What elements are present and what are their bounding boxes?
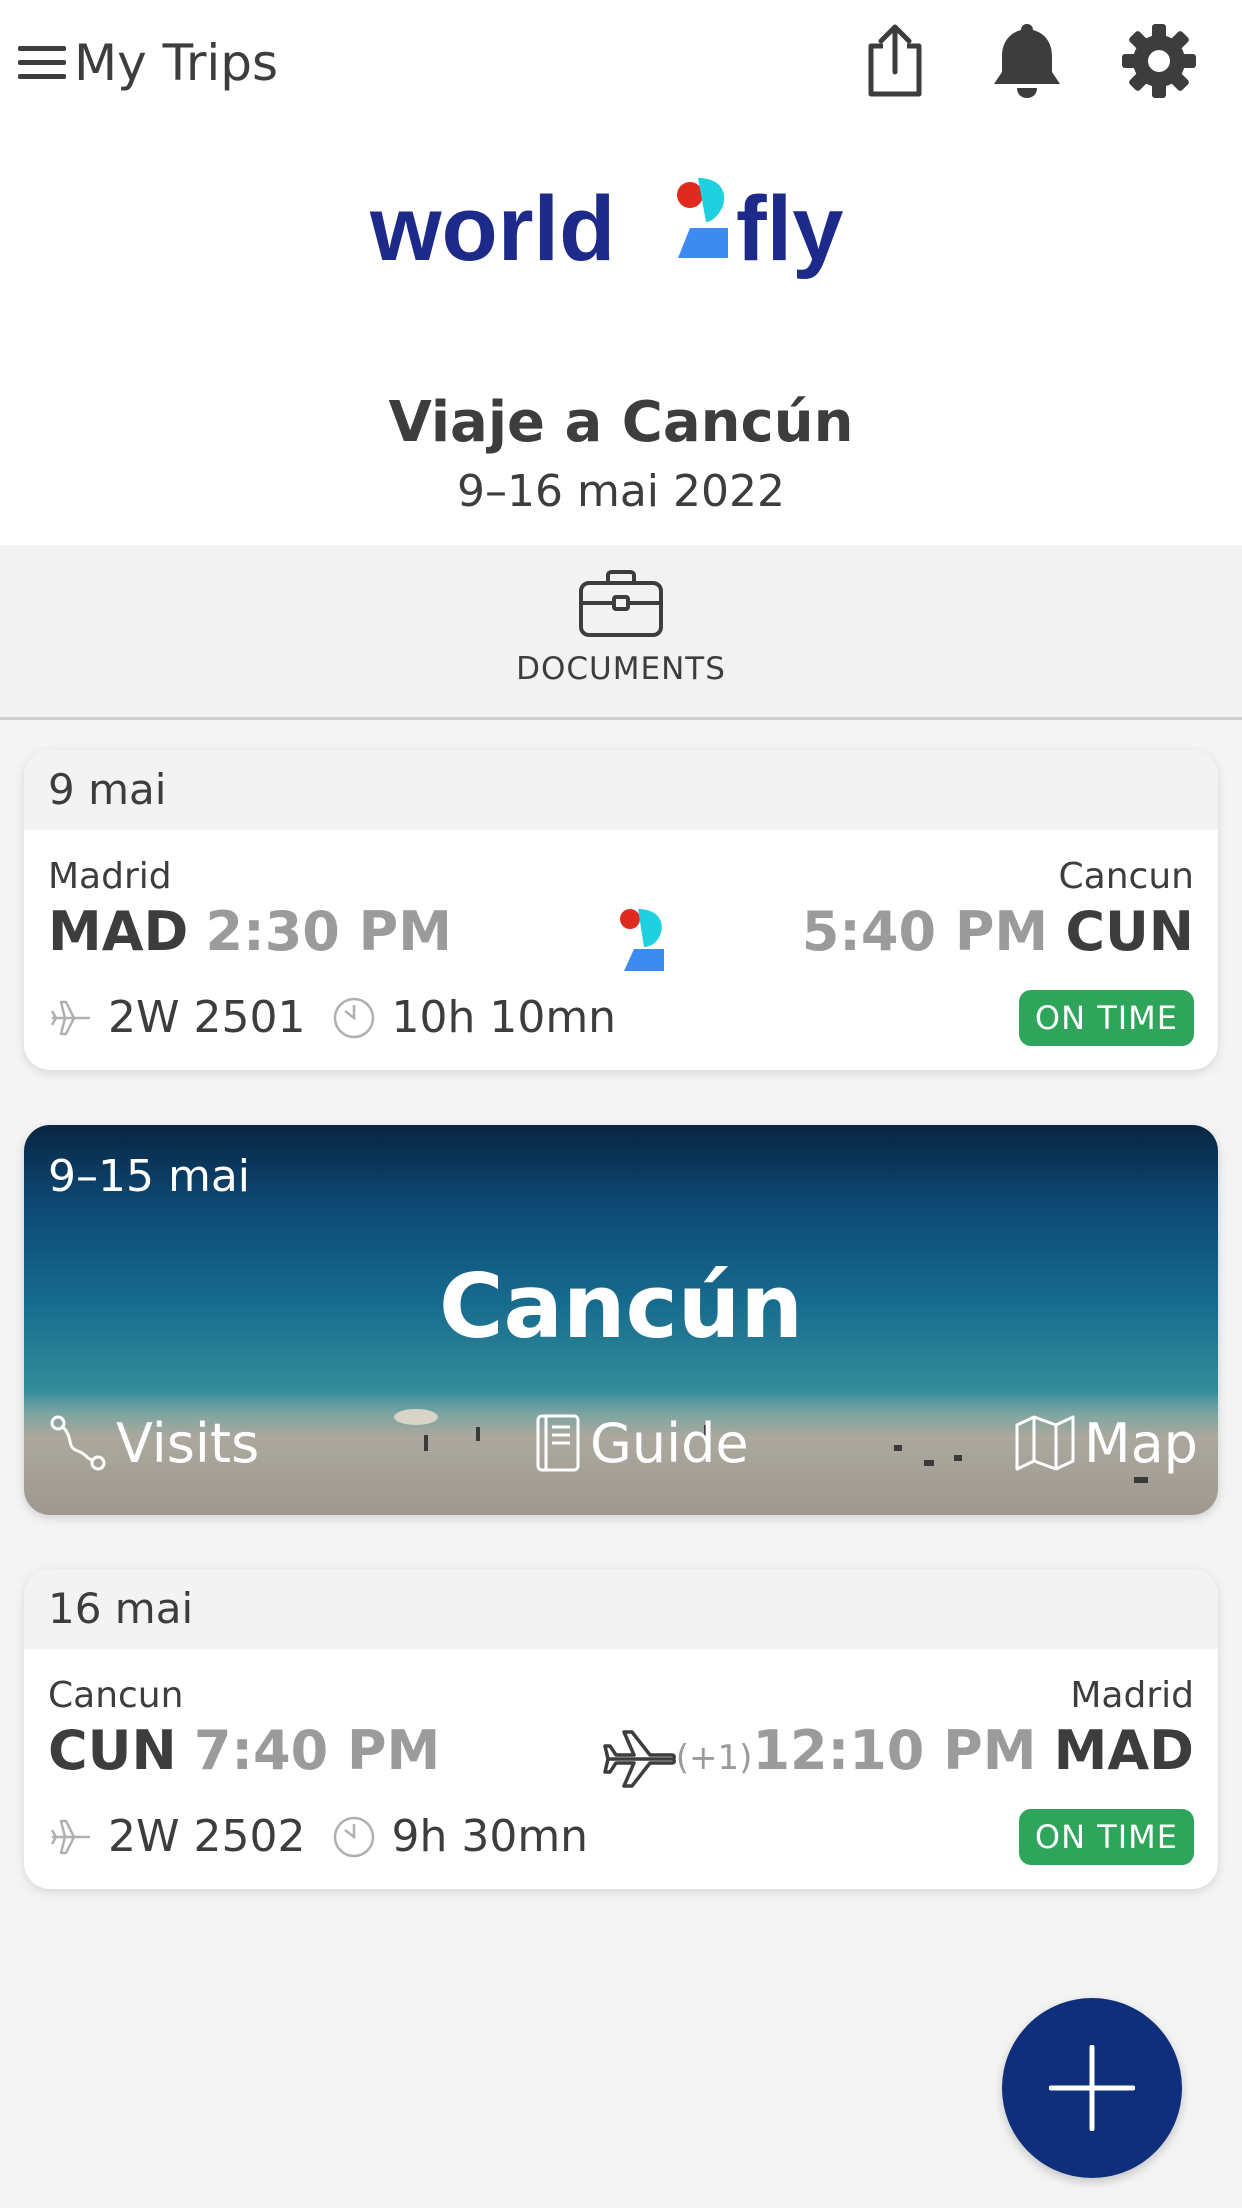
documents-tab[interactable]: DOCUMENTS bbox=[0, 545, 1242, 720]
map-button[interactable]: Map bbox=[1014, 1407, 1198, 1479]
origin-city: Cancun bbox=[48, 1675, 184, 1716]
bell-icon[interactable] bbox=[990, 22, 1064, 100]
origin-line: MAD 2:30 PM bbox=[48, 900, 452, 963]
flight-number: 2W 2502 bbox=[108, 1811, 306, 1862]
logo-dot bbox=[677, 182, 703, 208]
plus-icon bbox=[1049, 2045, 1135, 2131]
flight-card-outbound[interactable]: 9 mai Madrid MAD 2:30 PM Cancun 5:40 PM … bbox=[24, 750, 1218, 1070]
flight-duration: 9h 30mn bbox=[391, 1811, 589, 1862]
flight-date: 16 mai bbox=[24, 1569, 1218, 1649]
briefcase-icon bbox=[579, 570, 663, 637]
guide-label: Guide bbox=[590, 1411, 749, 1475]
page-title: My Trips bbox=[74, 34, 279, 92]
destination-card[interactable]: 9–15 mai Cancún Visits Guide Map bbox=[24, 1125, 1218, 1515]
trip-dates: 9–16 mai 2022 bbox=[457, 466, 785, 517]
destination-code: CUN bbox=[1065, 900, 1194, 963]
clock-icon bbox=[334, 1816, 375, 1857]
destination-city: Cancun bbox=[1058, 856, 1194, 897]
logo-text-fly: fly bbox=[736, 178, 843, 280]
destination-name: Cancún bbox=[438, 1255, 804, 1358]
share-button[interactable] bbox=[852, 18, 938, 104]
airplane-small-icon bbox=[50, 1819, 90, 1854]
my-trips-menu-button[interactable]: My Trips bbox=[18, 28, 278, 98]
flight-date: 9 mai bbox=[24, 750, 1218, 830]
top-bar: My Trips bbox=[0, 0, 1242, 130]
guide-button[interactable]: Guide bbox=[534, 1407, 749, 1479]
world2fly-logo: world fly bbox=[369, 178, 843, 280]
origin-city: Madrid bbox=[48, 856, 172, 897]
flight-info: 2W 2502 9h 30mn bbox=[48, 1811, 588, 1862]
destination-city: Madrid bbox=[1070, 1675, 1194, 1716]
visits-button[interactable]: Visits bbox=[48, 1407, 259, 1479]
destination-line: 5:40 PM CUN bbox=[802, 900, 1194, 963]
departure-time: 2:30 PM bbox=[205, 900, 452, 963]
flight-duration: 10h 10mn bbox=[391, 992, 617, 1043]
status-badge: ON TIME bbox=[1018, 990, 1194, 1046]
departure-time: 7:40 PM bbox=[193, 1719, 441, 1782]
flight-card-return[interactable]: 16 mai Cancun CUN 7:40 PM Madrid (+1)12:… bbox=[24, 1569, 1218, 1889]
book-icon bbox=[536, 1414, 580, 1472]
airplane-small-icon bbox=[50, 1000, 90, 1035]
map-label: Map bbox=[1084, 1411, 1198, 1475]
header: My Trips world fly Viaje a Cancún 9–16 m… bbox=[0, 0, 1242, 545]
status-badge: ON TIME bbox=[1018, 1809, 1194, 1865]
add-trip-button[interactable] bbox=[1002, 1998, 1182, 2178]
map-icon bbox=[1015, 1415, 1075, 1471]
origin-code: MAD bbox=[48, 900, 189, 963]
logo-two-bottom bbox=[678, 228, 728, 258]
flight-info: 2W 2501 10h 10mn bbox=[48, 992, 616, 1043]
destination-line: (+1)12:10 PM MAD bbox=[676, 1719, 1194, 1782]
hamburger-menu-icon[interactable] bbox=[18, 44, 66, 82]
notifications-button[interactable] bbox=[984, 18, 1070, 104]
flight-number: 2W 2501 bbox=[108, 992, 306, 1043]
trip-title: Viaje a Cancún bbox=[388, 390, 854, 455]
gear-icon[interactable] bbox=[1120, 22, 1198, 100]
day-offset: (+1) bbox=[675, 1738, 753, 1778]
arrival-time: 12:10 PM bbox=[752, 1719, 1037, 1782]
destination-dates: 9–15 mai bbox=[48, 1151, 251, 1202]
arrival-time: 5:40 PM bbox=[801, 900, 1049, 963]
origin-line: CUN 7:40 PM bbox=[48, 1719, 440, 1782]
visits-label: Visits bbox=[116, 1411, 260, 1475]
documents-label: DOCUMENTS bbox=[516, 651, 726, 687]
origin-code: CUN bbox=[48, 1719, 177, 1782]
clock-icon bbox=[334, 997, 375, 1038]
logo-text-world: world bbox=[369, 178, 615, 280]
route-icon bbox=[50, 1415, 106, 1471]
destination-code: MAD bbox=[1053, 1719, 1194, 1782]
share-icon[interactable] bbox=[863, 24, 927, 98]
airline-logo-icon bbox=[594, 890, 694, 990]
settings-button[interactable] bbox=[1116, 18, 1202, 104]
